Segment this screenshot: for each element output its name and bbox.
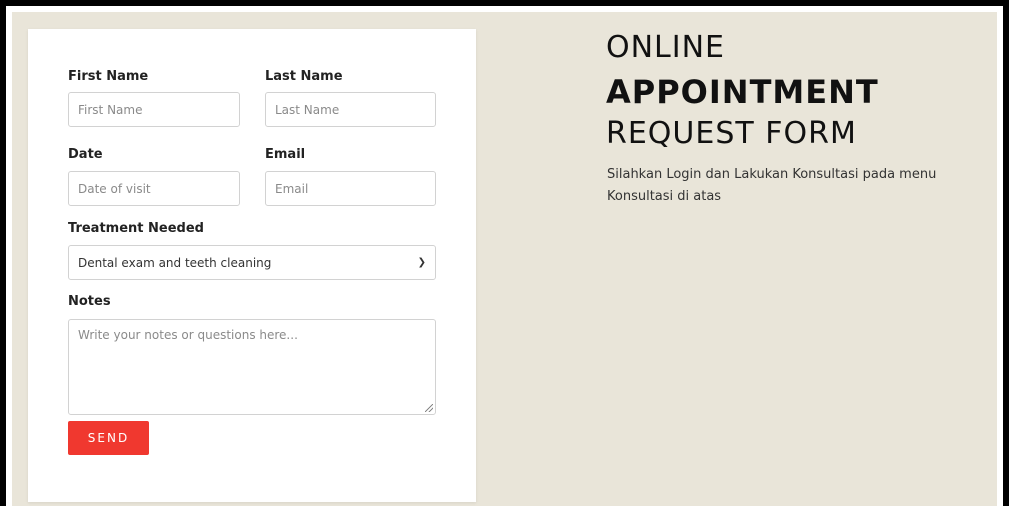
email-input[interactable] [265, 171, 436, 206]
last-name-input[interactable] [265, 92, 436, 127]
chevron-down-icon: ❯ [417, 257, 426, 268]
date-label: Date [68, 147, 103, 162]
notes-label: Notes [68, 294, 111, 309]
notes-field-wrapper [68, 319, 436, 415]
resize-handle-icon[interactable] [425, 404, 433, 412]
page-background: First Name Last Name Date Email Treatmen… [12, 12, 997, 506]
notes-textarea[interactable] [68, 319, 436, 415]
page-frame: First Name Last Name Date Email Treatmen… [0, 0, 1009, 506]
hero-description: Silahkan Login dan Lakukan Konsultasi pa… [607, 167, 937, 204]
email-label: Email [265, 147, 306, 162]
appointment-form-card: First Name Last Name Date Email Treatmen… [28, 29, 476, 502]
hero-title-line-2: APPOINTMENT [606, 73, 879, 111]
first-name-label: First Name [68, 69, 149, 84]
treatment-selected-value: Dental exam and teeth cleaning [78, 255, 272, 270]
treatment-select[interactable]: Dental exam and teeth cleaning ❯ [68, 245, 436, 280]
date-input[interactable] [68, 171, 240, 206]
hero-title-line-3: REQUEST FORM [606, 116, 857, 151]
first-name-input[interactable] [68, 92, 240, 127]
last-name-label: Last Name [265, 69, 343, 84]
hero-title-line-1: ONLINE [606, 30, 726, 65]
send-button[interactable]: SEND [68, 421, 149, 455]
treatment-label: Treatment Needed [68, 221, 204, 236]
